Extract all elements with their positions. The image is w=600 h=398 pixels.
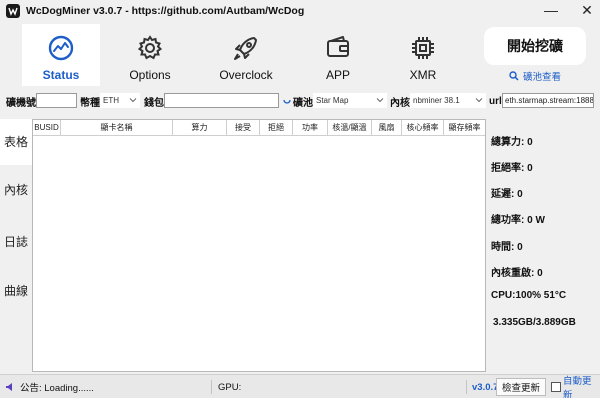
tab-overclock[interactable]: Overclock (200, 24, 292, 86)
stat-latency: 延遲: 0 (491, 189, 523, 200)
gear-icon (137, 35, 163, 60)
auto-update-checkbox[interactable] (551, 382, 561, 392)
pool-view-link[interactable]: 礦池查看 (509, 69, 561, 83)
kernel-select[interactable]: nbminer 38.1 (410, 93, 486, 108)
table-body (33, 136, 485, 371)
gpu-status: GPU: (218, 381, 242, 393)
tab-options[interactable]: Options (100, 24, 200, 86)
pool-select[interactable]: Star Map (313, 93, 387, 108)
miner-no-input[interactable] (36, 93, 77, 108)
coin-select[interactable]: ETH (100, 93, 140, 108)
tab-app-label: APP (325, 68, 350, 82)
close-button[interactable]: ✕ (580, 2, 594, 18)
pool-view-link-label: 礦池查看 (523, 72, 562, 83)
coin-select-value: ETH (103, 96, 119, 105)
speaker-icon (6, 383, 12, 391)
tab-options-label: Options (129, 68, 171, 82)
window-title: WcDogMiner v3.0.7 - https://github.com/A… (26, 5, 305, 17)
chevron-down-icon (129, 98, 137, 103)
main-nav: Status Options Overclock APP XMR (22, 24, 482, 86)
side-tab-kernel[interactable]: 內核 (0, 176, 32, 204)
title-bar: WcDogMiner v3.0.7 - https://github.com/A… (0, 0, 600, 22)
notice-area: 公告: Loading...... (5, 375, 94, 398)
column-header[interactable]: 風扇 (372, 120, 402, 136)
pool-select-value: Star Map (316, 96, 349, 105)
tab-overclock-label: Overclock (219, 68, 273, 82)
miner-no-label: 礦機號 (6, 97, 36, 109)
column-header[interactable]: 顯卡名稱 (61, 120, 173, 136)
tab-xmr[interactable]: XMR (384, 24, 462, 86)
wallet-input[interactable] (164, 93, 279, 108)
search-icon (509, 71, 519, 81)
config-row: 礦機號 幣種 ETH 錢包 礦池 Star Map 內核 nbminer 38.… (0, 92, 600, 110)
column-header[interactable]: 接受 (227, 120, 260, 136)
side-tab-chart[interactable]: 曲線 (0, 277, 32, 305)
kernel-select-value: nbminer 38.1 (413, 96, 460, 105)
column-header[interactable]: BUSID (33, 120, 61, 136)
stat-time: 時間: 0 (491, 242, 523, 253)
stat-total-power: 總功率: 0 W (491, 215, 545, 226)
column-header[interactable]: 核心頻率 (402, 120, 444, 136)
gpu-table: BUSID 顯卡名稱 算力 接受 拒絕 功率 核溫/顯溫 風扇 核心頻率 顯存頻… (32, 119, 486, 372)
tab-status[interactable]: Status (22, 24, 100, 86)
chevron-down-icon (376, 98, 384, 103)
tab-status-label: Status (42, 68, 80, 82)
table-header: BUSID 顯卡名稱 算力 接受 拒絕 功率 核溫/顯溫 風扇 核心頻率 顯存頻… (33, 120, 485, 136)
status-bar: 公告: Loading...... GPU: v3.0.7 檢查更新 自動更新 (0, 374, 600, 398)
app-logo-icon (6, 4, 20, 18)
wallet-label: 錢包 (144, 97, 164, 109)
kernel-label: 內核 (390, 97, 410, 109)
column-header[interactable]: 拒絕 (260, 120, 293, 136)
column-header[interactable]: 顯存頻率 (444, 120, 485, 136)
auto-update-label: 自動更新 (563, 376, 592, 398)
version-label: v3.0.7 (472, 381, 499, 393)
stat-memory: 3.335GB/3.889GB (493, 317, 576, 328)
gauge-icon (48, 35, 74, 61)
pool-label: 礦池 (293, 97, 313, 109)
url-label: url (489, 95, 502, 107)
separator (466, 380, 467, 394)
column-header[interactable]: 算力 (173, 120, 227, 136)
side-tab-table[interactable]: 表格 (0, 119, 32, 165)
start-mining-button[interactable]: 開始挖礦 (484, 27, 586, 65)
notice-text: 公告: Loading...... (20, 383, 94, 394)
tab-app[interactable]: APP (292, 24, 384, 86)
coin-label: 幣種 (80, 97, 100, 109)
column-header[interactable]: 功率 (293, 120, 328, 136)
rocket-icon (234, 37, 257, 60)
chevron-down-icon (475, 98, 483, 103)
tab-xmr-label: XMR (409, 68, 437, 82)
cpu-chip-icon (412, 37, 434, 59)
wallet-icon (327, 36, 349, 57)
url-input[interactable]: eth.starmap.stream:18888 (502, 93, 594, 108)
stat-kernel-restarts: 內核重啟: 0 (491, 268, 543, 279)
stat-total-hashrate: 總算力: 0 (491, 137, 533, 148)
separator (211, 380, 212, 394)
minimize-button[interactable]: — (544, 2, 558, 18)
check-update-button[interactable]: 檢查更新 (496, 378, 546, 396)
column-header[interactable]: 核溫/顯溫 (328, 120, 372, 136)
side-tab-log[interactable]: 日誌 (0, 228, 32, 256)
stat-reject-rate: 拒絕率: 0 (491, 163, 533, 174)
stat-cpu: CPU:100% 51°C (491, 290, 567, 301)
loading-spinner-icon (283, 99, 291, 104)
